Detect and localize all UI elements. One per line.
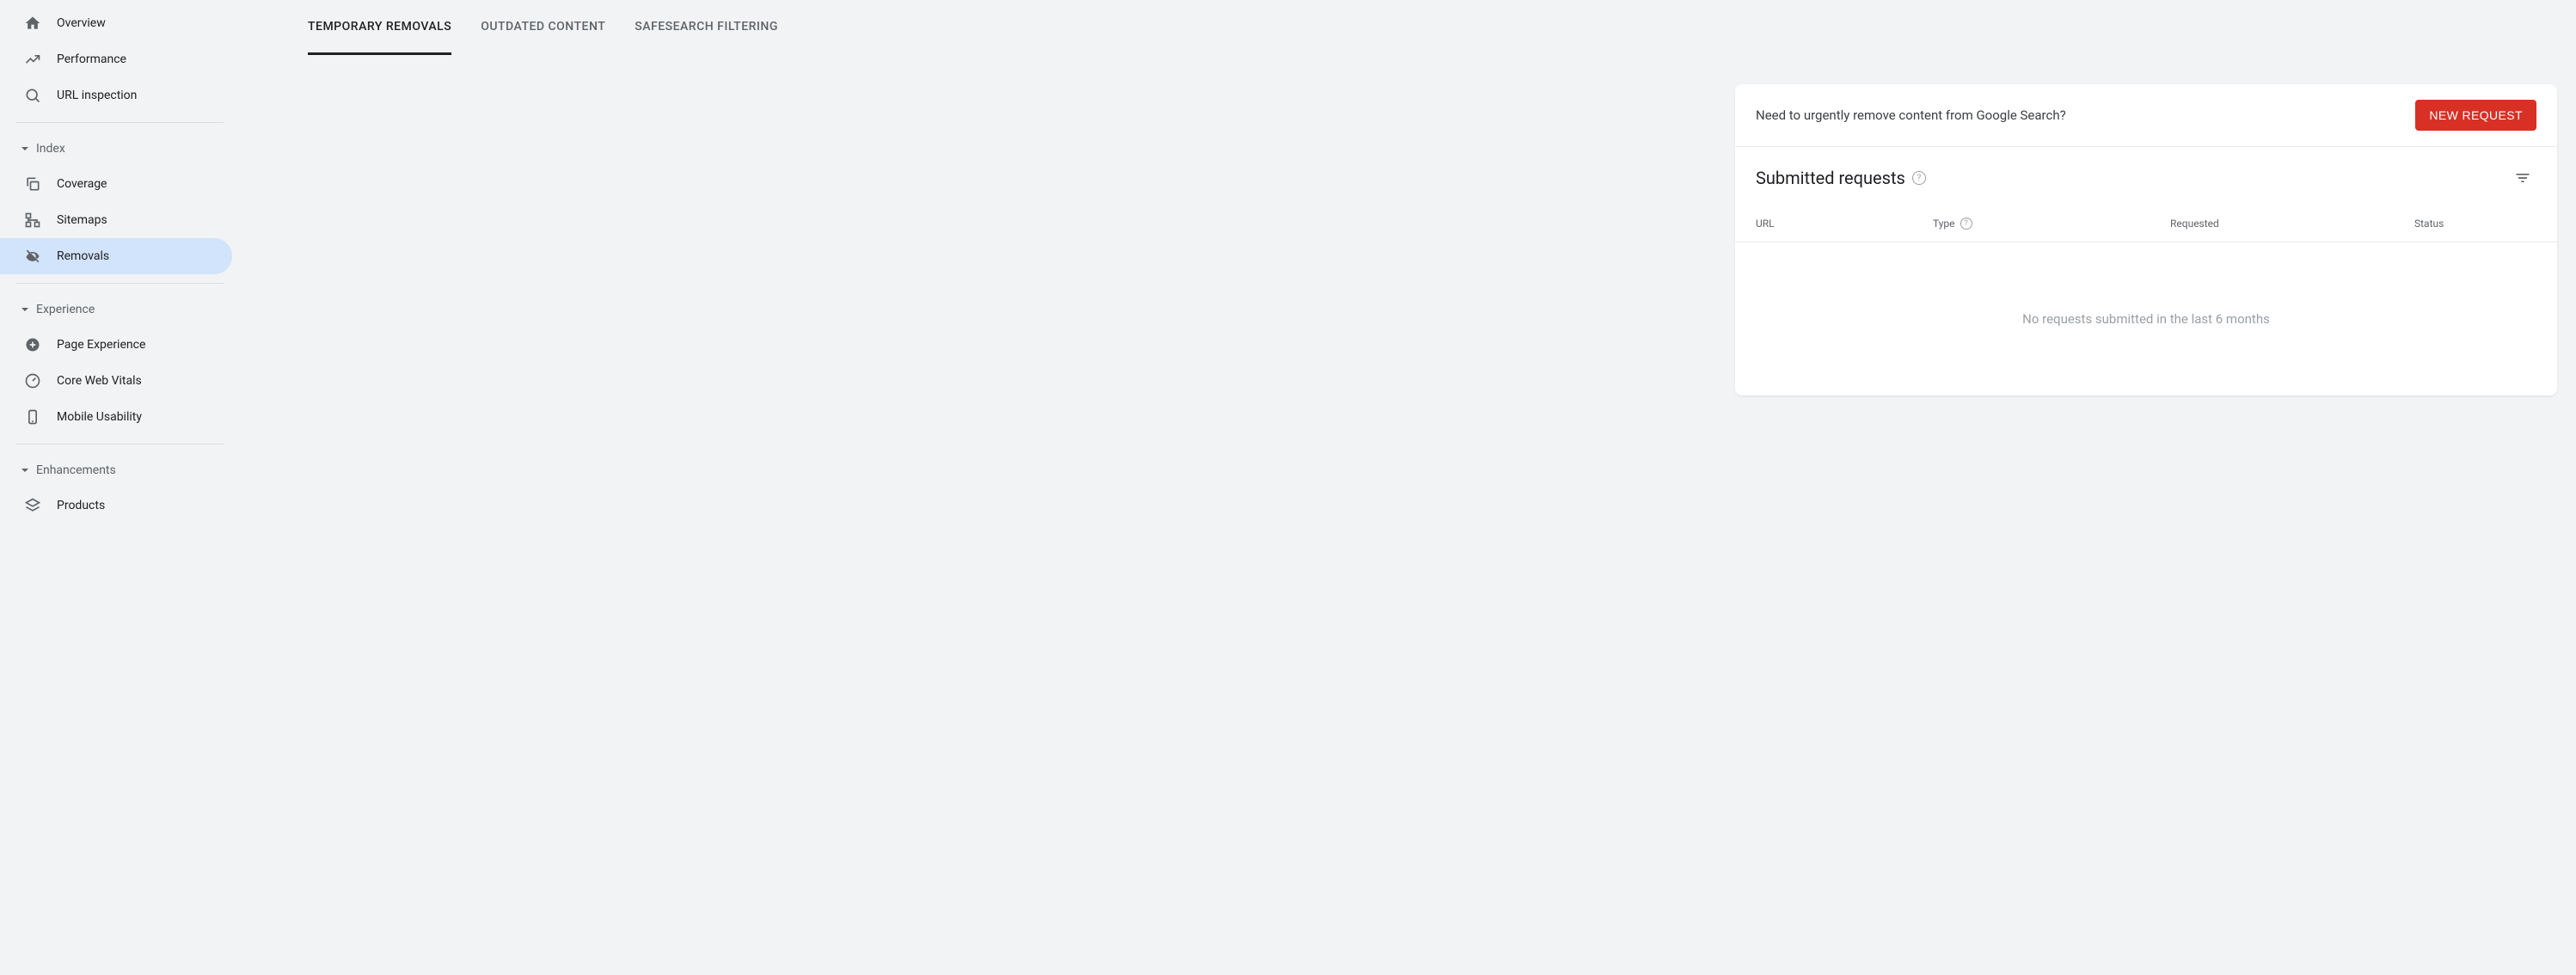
prompt-text: Need to urgently remove content from Goo… (1756, 107, 2066, 123)
subtitle-text: Submitted requests (1756, 168, 1905, 188)
tabs: TEMPORARY REMOVALS OUTDATED CONTENT SAFE… (239, 0, 2576, 55)
sidebar-item-coverage[interactable]: Coverage (0, 166, 232, 202)
section-title: Experience (36, 303, 95, 316)
tab-outdated-content[interactable]: OUTDATED CONTENT (481, 0, 605, 55)
divider (15, 122, 224, 123)
section-title: Index (36, 142, 65, 156)
caret-down-icon (21, 305, 31, 314)
card-subheader: Submitted requests ? (1735, 147, 2557, 199)
section-header-index[interactable]: Index (0, 132, 239, 166)
help-icon[interactable]: ? (1960, 218, 1972, 230)
column-header-requested: Requested (2170, 218, 2414, 230)
tab-temporary-removals[interactable]: TEMPORARY REMOVALS (308, 0, 451, 55)
sidebar-item-performance[interactable]: Performance (0, 41, 232, 77)
divider (15, 444, 224, 445)
divider (15, 283, 224, 284)
removals-card: Need to urgently remove content from Goo… (1735, 84, 2557, 396)
column-header-type: Type ? (1933, 218, 2170, 230)
section-header-experience[interactable]: Experience (0, 292, 239, 327)
sidebar-item-products[interactable]: Products (0, 488, 232, 524)
search-icon (24, 87, 41, 104)
copy-icon (24, 175, 41, 193)
table-header-row: URL Type ? Requested Status (1735, 199, 2557, 242)
sidebar-item-label: Performance (57, 52, 126, 66)
main-content: TEMPORARY REMOVALS OUTDATED CONTENT SAFE… (239, 0, 2576, 975)
sidebar-item-label: Mobile Usability (57, 410, 142, 424)
sidebar-item-url-inspection[interactable]: URL inspection (0, 77, 232, 113)
empty-state-text: No requests submitted in the last 6 mont… (1735, 242, 2557, 396)
layers-icon (24, 497, 41, 514)
column-header-status: Status (2414, 218, 2536, 230)
submitted-requests-title: Submitted requests ? (1756, 168, 1926, 188)
sidebar-item-page-experience[interactable]: Page Experience (0, 327, 232, 363)
sidebar-item-label: Products (57, 499, 105, 512)
gauge-icon (24, 372, 41, 389)
caret-down-icon (21, 466, 31, 475)
sidebar-item-overview[interactable]: Overview (0, 5, 232, 41)
sidebar-item-core-web-vitals[interactable]: Core Web Vitals (0, 363, 232, 399)
sidebar: Overview Performance URL inspection Inde… (0, 0, 239, 975)
home-icon (24, 15, 41, 32)
trending-up-icon (24, 51, 41, 68)
caret-down-icon (21, 144, 31, 153)
sitemap-icon (24, 212, 41, 229)
card-header: Need to urgently remove content from Goo… (1735, 84, 2557, 147)
sidebar-item-label: URL inspection (57, 89, 137, 102)
sidebar-item-mobile-usability[interactable]: Mobile Usability (0, 399, 232, 435)
sidebar-item-label: Overview (57, 16, 106, 30)
circle-plus-icon (24, 336, 41, 353)
filter-button[interactable] (2509, 164, 2536, 192)
sidebar-item-label: Page Experience (57, 338, 145, 352)
section-header-enhancements[interactable]: Enhancements (0, 453, 239, 488)
column-header-url: URL (1756, 218, 1933, 230)
filter-icon (2514, 169, 2531, 187)
sidebar-item-label: Removals (57, 249, 109, 263)
smartphone-icon (24, 408, 41, 426)
help-icon[interactable]: ? (1912, 171, 1926, 185)
tab-safesearch-filtering[interactable]: SAFESEARCH FILTERING (635, 0, 778, 55)
visibility-off-icon (24, 248, 41, 265)
sidebar-item-sitemaps[interactable]: Sitemaps (0, 202, 232, 238)
sidebar-item-label: Coverage (57, 177, 107, 191)
sidebar-item-removals[interactable]: Removals (0, 238, 232, 274)
sidebar-item-label: Sitemaps (57, 213, 107, 227)
column-header-type-label: Type (1933, 218, 1955, 230)
section-title: Enhancements (36, 463, 116, 477)
sidebar-item-label: Core Web Vitals (57, 374, 142, 388)
new-request-button[interactable]: NEW REQUEST (2415, 100, 2536, 131)
